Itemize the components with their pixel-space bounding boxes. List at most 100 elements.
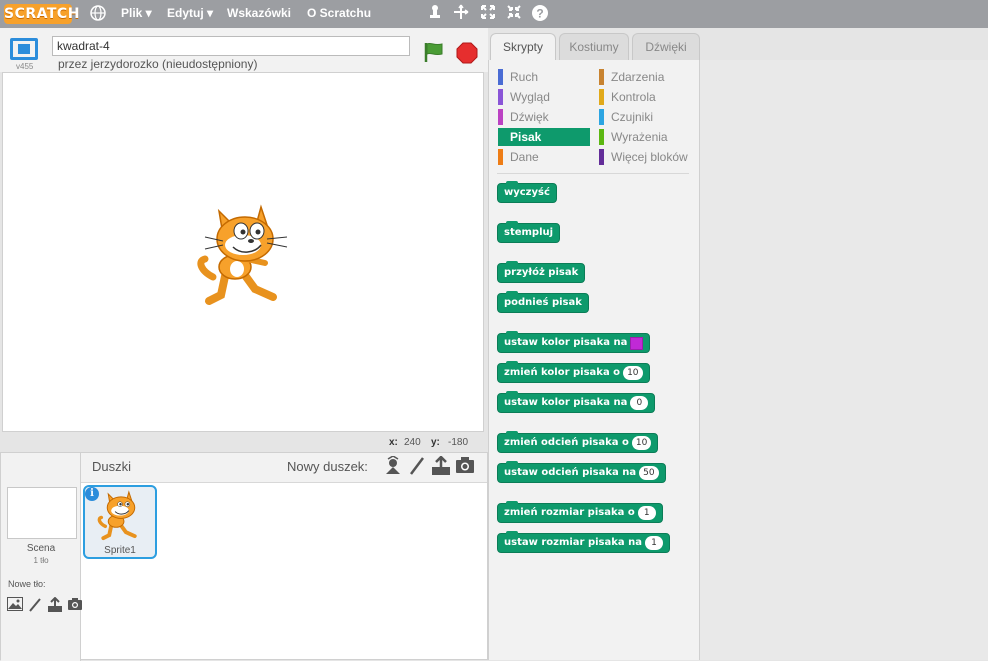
category-zdarzenia[interactable]: Zdarzenia	[599, 68, 691, 86]
sprites-header: Duszki Nowy duszek:	[81, 453, 487, 483]
category-kontrola[interactable]: Kontrola	[599, 88, 691, 106]
block-label: stempluj	[504, 227, 554, 238]
category-label: Więcej bloków	[611, 150, 688, 164]
category-color-bar	[599, 109, 604, 125]
category-ruch[interactable]: Ruch	[498, 68, 590, 86]
block-label: przyłóż pisak	[504, 267, 579, 278]
category-label: Wygląd	[510, 90, 550, 104]
block-label: ustaw odcień pisaka na	[504, 467, 637, 478]
sprites-title: Duszki	[92, 459, 132, 474]
block-ustaw-rozmiar-pisaka-na[interactable]: ustaw rozmiar pisaka na 1	[497, 531, 670, 553]
number-input-slot[interactable]: 50	[639, 466, 659, 480]
green-flag-icon[interactable]	[422, 40, 446, 64]
stop-sign-icon[interactable]	[456, 42, 478, 64]
camera-sprite-icon[interactable]	[455, 456, 475, 476]
category-label: Pisak	[510, 130, 542, 144]
x-label: x:	[389, 437, 398, 448]
category-pisak[interactable]: Pisak	[498, 128, 590, 146]
paint-sprite-icon[interactable]	[407, 456, 427, 476]
category-color-bar	[498, 89, 503, 105]
cut-icon[interactable]	[451, 4, 471, 24]
block-label: podnieś pisak	[504, 297, 582, 308]
sprite-name: Sprite1	[104, 545, 136, 556]
duplicate-stamp-icon[interactable]	[425, 4, 445, 24]
block-label: ustaw kolor pisaka na	[504, 397, 628, 408]
number-input-slot[interactable]: 0	[630, 396, 649, 410]
number-input-slot[interactable]: 1	[644, 536, 663, 550]
menu-file[interactable]: Plik ▾	[121, 6, 152, 20]
category-color-bar	[599, 69, 604, 85]
upload-backdrop-icon[interactable]	[46, 596, 63, 613]
y-value: -180	[448, 437, 469, 448]
sprite-thumbnail-sprite1[interactable]: i Sprite1	[83, 485, 157, 559]
number-input-slot[interactable]: 10	[631, 436, 652, 450]
block-ustaw-kolor-pisaka-na[interactable]: ustaw kolor pisaka na	[497, 331, 651, 353]
block-podnieś-pisak[interactable]: podnieś pisak	[497, 291, 589, 313]
menu-tips[interactable]: Wskazówki	[227, 6, 291, 20]
category-color-bar	[599, 89, 604, 105]
sprites-pane: Scena 1 tło Nowe tło: Duszki Nowy duszek…	[0, 452, 488, 661]
sprite-library-icon[interactable]	[383, 455, 403, 476]
category-wyrażenia[interactable]: Wyrażenia	[599, 128, 691, 146]
category-color-bar	[498, 69, 503, 85]
menu-edit[interactable]: Edytuj ▾	[167, 6, 213, 20]
category-wygląd[interactable]: Wygląd	[498, 88, 590, 106]
block-wyczyść[interactable]: wyczyść	[497, 181, 557, 203]
new-sprite-label: Nowy duszek:	[287, 459, 368, 474]
category-dane[interactable]: Dane	[498, 148, 590, 166]
mouse-coordinates: x: 240 y: -180	[0, 434, 488, 452]
block-label: zmień rozmiar pisaka o	[504, 507, 635, 518]
number-input-slot[interactable]: 1	[637, 506, 656, 520]
category-color-bar	[498, 149, 503, 165]
category-color-bar	[599, 149, 604, 165]
block-stempluj[interactable]: stempluj	[497, 221, 561, 243]
scripts-area[interactable]	[700, 60, 988, 660]
block-zmień-odcień-pisaka-o[interactable]: zmień odcień pisaka o 10	[497, 431, 659, 453]
new-backdrop-tools	[6, 596, 83, 613]
color-swatch-input[interactable]	[630, 336, 644, 350]
language-globe-icon[interactable]	[88, 4, 108, 24]
block-przyłóż-pisak[interactable]: przyłóż pisak	[497, 261, 586, 283]
tab-costumes[interactable]: Kostiumy	[559, 33, 629, 61]
block-label: ustaw kolor pisaka na	[504, 337, 628, 348]
block-ustaw-kolor-pisaka-na[interactable]: ustaw kolor pisaka na 0	[497, 391, 656, 413]
camera-backdrop-icon[interactable]	[66, 597, 83, 613]
menu-about[interactable]: O Scratchu	[307, 6, 371, 20]
x-value: 240	[404, 437, 421, 448]
new-backdrop-label: Nowe tło:	[8, 579, 46, 589]
grow-icon[interactable]	[478, 4, 498, 24]
category-więcej-bloków[interactable]: Więcej bloków	[599, 148, 691, 166]
shrink-icon[interactable]	[504, 4, 524, 24]
category-color-bar	[498, 109, 503, 125]
paint-backdrop-icon[interactable]	[26, 597, 43, 613]
help-icon[interactable]: ?	[530, 4, 550, 24]
upload-sprite-icon[interactable]	[431, 455, 451, 476]
block-zmień-kolor-pisaka-o[interactable]: zmień kolor pisaka o 10	[497, 361, 650, 383]
category-label: Wyrażenia	[611, 130, 668, 144]
block-zmień-rozmiar-pisaka-o[interactable]: zmień rozmiar pisaka o1	[497, 501, 663, 523]
editor-tabs: Skrypty Kostiumy Dźwięki	[488, 28, 988, 62]
stage-thumbnail[interactable]	[7, 487, 77, 539]
svg-text:?: ?	[536, 7, 543, 21]
cat-sprite[interactable]	[195, 201, 295, 311]
project-title-input[interactable]: kwadrat-4	[52, 36, 410, 56]
category-label: Dźwięk	[510, 110, 549, 124]
category-czujniki[interactable]: Czujniki	[599, 108, 691, 126]
backdrop-library-icon[interactable]	[6, 597, 23, 613]
category-label: Czujniki	[611, 110, 654, 124]
category-label: Dane	[510, 150, 539, 164]
scene-backdrop-count: 1 tło	[33, 556, 49, 565]
number-input-slot[interactable]: 10	[623, 366, 643, 380]
stage-column: Scena 1 tło Nowe tło:	[1, 453, 83, 661]
presentation-mode-button[interactable]	[10, 38, 38, 60]
stage-canvas[interactable]	[2, 72, 484, 432]
tab-scripts[interactable]: Skrypty	[490, 33, 556, 62]
project-author: przez jerzydorozko (nieudostępniony)	[58, 57, 258, 71]
category-color-bar	[599, 129, 604, 145]
category-dźwięk[interactable]: Dźwięk	[498, 108, 590, 126]
block-label: wyczyść	[504, 187, 550, 198]
block-ustaw-odcień-pisaka-na[interactable]: ustaw odcień pisaka na 50	[497, 461, 666, 483]
scratch-logo[interactable]: SCRATCH	[4, 4, 79, 24]
new-sprite-tools	[383, 455, 475, 476]
tab-sounds[interactable]: Dźwięki	[632, 33, 700, 61]
